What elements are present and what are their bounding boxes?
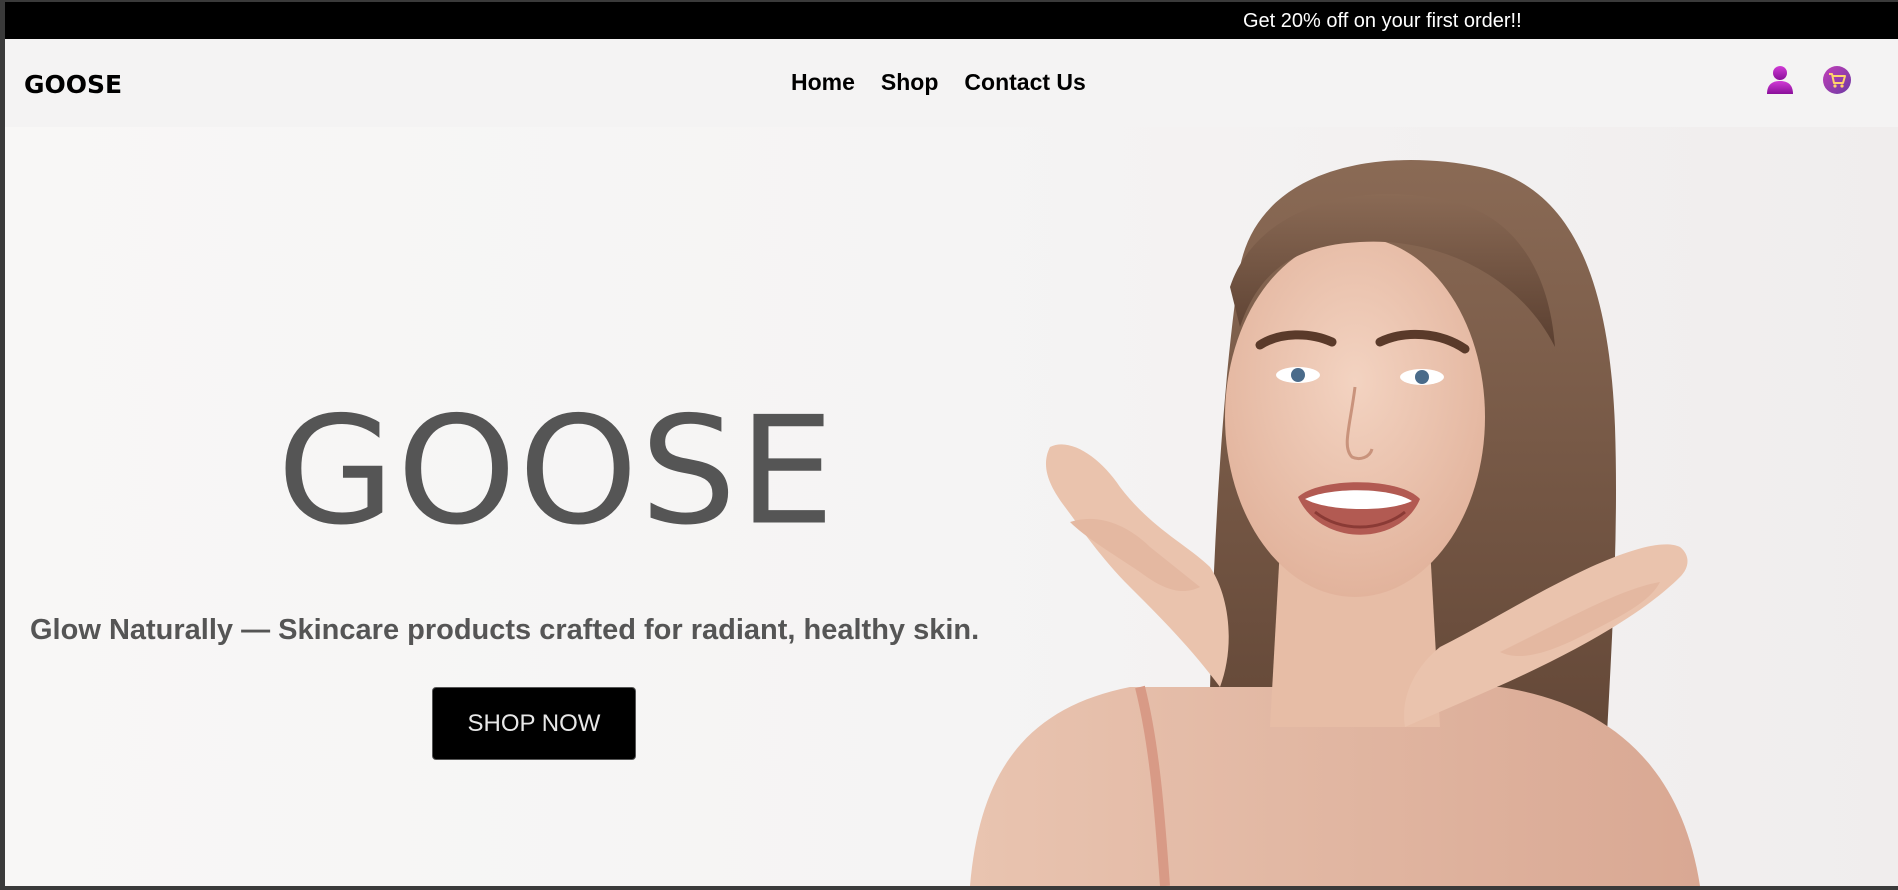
- hero-subtitle: Glow Naturally — Skincare products craft…: [30, 614, 980, 646]
- promo-text: Get 20% off on your first order!!: [1243, 10, 1522, 32]
- hero-section: GOOSE Glow Naturally — Skincare products…: [5, 127, 1898, 886]
- browser-viewport: Get 20% off on your first order!! GOOSE …: [5, 2, 1898, 886]
- promo-banner: Get 20% off on your first order!!: [5, 2, 1898, 39]
- smiling-woman-photo: [970, 160, 1700, 886]
- nav-home[interactable]: Home: [791, 69, 855, 96]
- site-header: GOOSE Home Shop Contact Us: [5, 39, 1898, 127]
- hero-title: GOOSE: [277, 384, 837, 558]
- nav-shop[interactable]: Shop: [881, 69, 939, 96]
- user-icon[interactable]: [1763, 63, 1797, 97]
- nav-contact-us[interactable]: Contact Us: [964, 69, 1085, 96]
- brand-logo[interactable]: GOOSE: [24, 70, 122, 99]
- cart-icon[interactable]: [1820, 63, 1854, 97]
- shop-now-button[interactable]: SHOP NOW: [432, 687, 636, 760]
- main-nav: Home Shop Contact Us: [791, 69, 1086, 96]
